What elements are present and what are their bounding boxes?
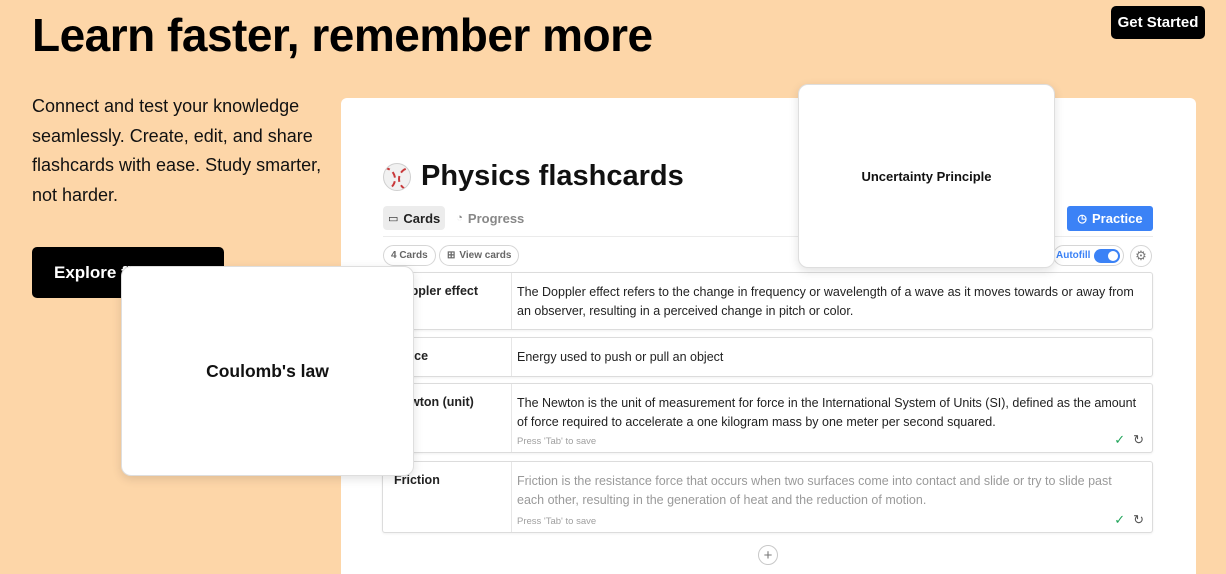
baseball-icon: [383, 162, 411, 191]
table-row[interactable]: Doppler effect The Doppler effect refers…: [382, 272, 1153, 330]
practice-icon: ◷: [1077, 213, 1087, 225]
deck-tabs: ▭ Cards ◔ Progress: [383, 206, 529, 230]
view-cards-button[interactable]: ⊞ View cards: [439, 245, 520, 266]
tab-cards-label: Cards: [403, 210, 441, 226]
autofill-toggle[interactable]: Autofill: [1053, 245, 1125, 266]
row-actions: ✓ ↻: [1114, 512, 1144, 528]
deck-title-text: Physics flashcards: [421, 160, 684, 192]
row-definition[interactable]: Friction is the resistance force that oc…: [517, 472, 1138, 509]
refresh-icon[interactable]: ↻: [1133, 432, 1144, 448]
tab-cards[interactable]: ▭ Cards: [383, 206, 446, 230]
autofill-label: Autofill: [1056, 250, 1091, 261]
tab-progress-label: Progress: [467, 210, 525, 226]
hero-title: Learn faster, remember more: [32, 9, 653, 61]
table-row[interactable]: Newton (unit) The Newton is the unit of …: [382, 383, 1153, 453]
grid-icon: ⊞: [447, 250, 456, 261]
card-count-pill: 4 Cards: [383, 245, 436, 266]
progress-icon: ◔: [456, 212, 463, 224]
toggle-switch[interactable]: [1094, 248, 1121, 263]
hero-description: Connect and test your knowledge seamless…: [32, 96, 322, 205]
practice-button[interactable]: ◷ Practice: [1067, 206, 1153, 231]
gear-icon[interactable]: ⚙: [1130, 245, 1152, 267]
row-actions: ✓ ↻: [1114, 432, 1144, 448]
row-definition[interactable]: The Doppler effect refers to the change …: [517, 283, 1138, 320]
tab-progress[interactable]: ◔ Progress: [451, 206, 529, 230]
get-started-button[interactable]: Get Started: [1111, 6, 1205, 39]
add-row-icon[interactable]: +: [758, 545, 778, 565]
save-hint: Press 'Tab' to save: [517, 436, 597, 447]
table-row[interactable]: Friction Friction is the resistance forc…: [382, 461, 1153, 533]
row-definition[interactable]: Energy used to push or pull an object: [517, 348, 1138, 367]
check-icon[interactable]: ✓: [1114, 512, 1125, 528]
deck-title: Physics flashcards: [383, 160, 684, 193]
refresh-icon[interactable]: ↻: [1133, 512, 1144, 528]
practice-label: Practice: [1092, 211, 1143, 226]
row-definition[interactable]: The Newton is the unit of measurement fo…: [517, 394, 1138, 431]
table-row[interactable]: Force Energy used to push or pull an obj…: [382, 337, 1153, 377]
save-hint: Press 'Tab' to save: [517, 516, 597, 527]
check-icon[interactable]: ✓: [1114, 432, 1125, 448]
flashcard-coulomb[interactable]: Coulomb's law: [121, 266, 414, 476]
cards-icon: ▭: [388, 212, 399, 225]
flashcard-uncertainty[interactable]: Uncertainty Principle: [798, 84, 1055, 268]
app-preview-panel: Physics flashcards ▭ Cards ◔ Progress ◷ …: [341, 98, 1196, 574]
view-cards-label: View cards: [459, 250, 512, 261]
